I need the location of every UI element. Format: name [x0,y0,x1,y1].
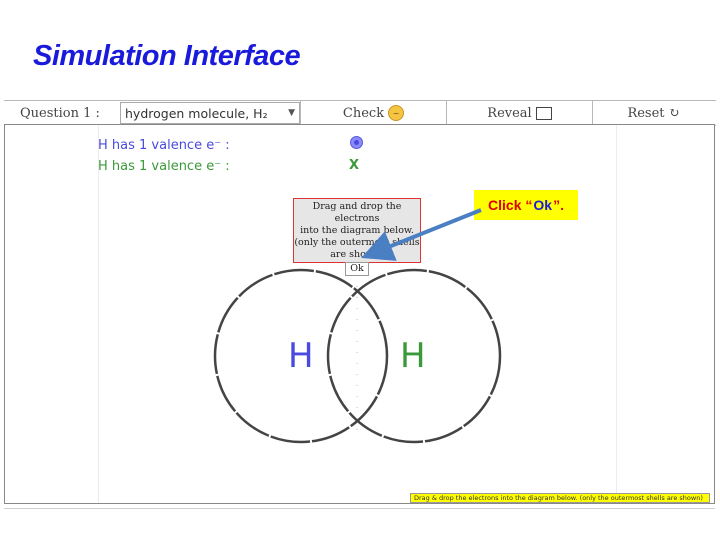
reveal-button[interactable]: Reveal [446,101,592,125]
callout-label: Click “Ok”. [474,190,578,220]
chevron-down-icon: ▼ [288,108,295,118]
check-button[interactable]: Check ~ [300,101,446,125]
question-select-value: hydrogen molecule, H₂ [125,105,268,121]
callout-suffix: ”. [553,197,564,213]
toolbar: Question 1 : hydrogen molecule, H₂ ▼ Che… [4,100,716,126]
atom-symbol-2: H [400,336,426,376]
ok-button[interactable]: Ok [345,262,369,276]
reset-label: Reset ↻ [627,105,680,121]
instruction-line: Drag and drop the electrons [312,201,402,224]
confused-face-icon: ~ [388,105,405,121]
slide-title: Simulation Interface [33,40,301,72]
divider [4,508,715,509]
instruction-dialog: Drag and drop the electrons into the dia… [293,198,421,276]
instruction-line: into the diagram below. [300,225,414,236]
question-label: Question 1 : [20,105,100,121]
electron-draggable[interactable] [350,136,363,149]
reset-button[interactable]: Reset ↻ [592,101,714,125]
column-divider [98,125,99,503]
callout-prefix: Click “ [488,197,533,213]
instruction-line: are shown) [330,249,384,260]
valence-label-atom2: H has 1 valence e⁻ : [98,159,230,174]
status-bar: Drag & drop the electrons into the diagr… [410,493,710,503]
empty-box-icon [535,106,552,120]
reveal-label: Reveal [487,105,532,121]
column-divider [616,125,617,503]
question-select[interactable]: hydrogen molecule, H₂ ▼ [120,102,300,124]
orbital-diagram[interactable] [210,266,510,451]
callout-keyword: Ok [533,197,553,213]
valence-label-atom1: H has 1 valence e⁻ : [98,138,230,153]
atom-symbol-1: H [288,336,314,376]
instruction-line: (only the outermost shells [294,237,420,248]
check-label: Check [342,105,385,121]
x-mark: X [349,158,360,173]
